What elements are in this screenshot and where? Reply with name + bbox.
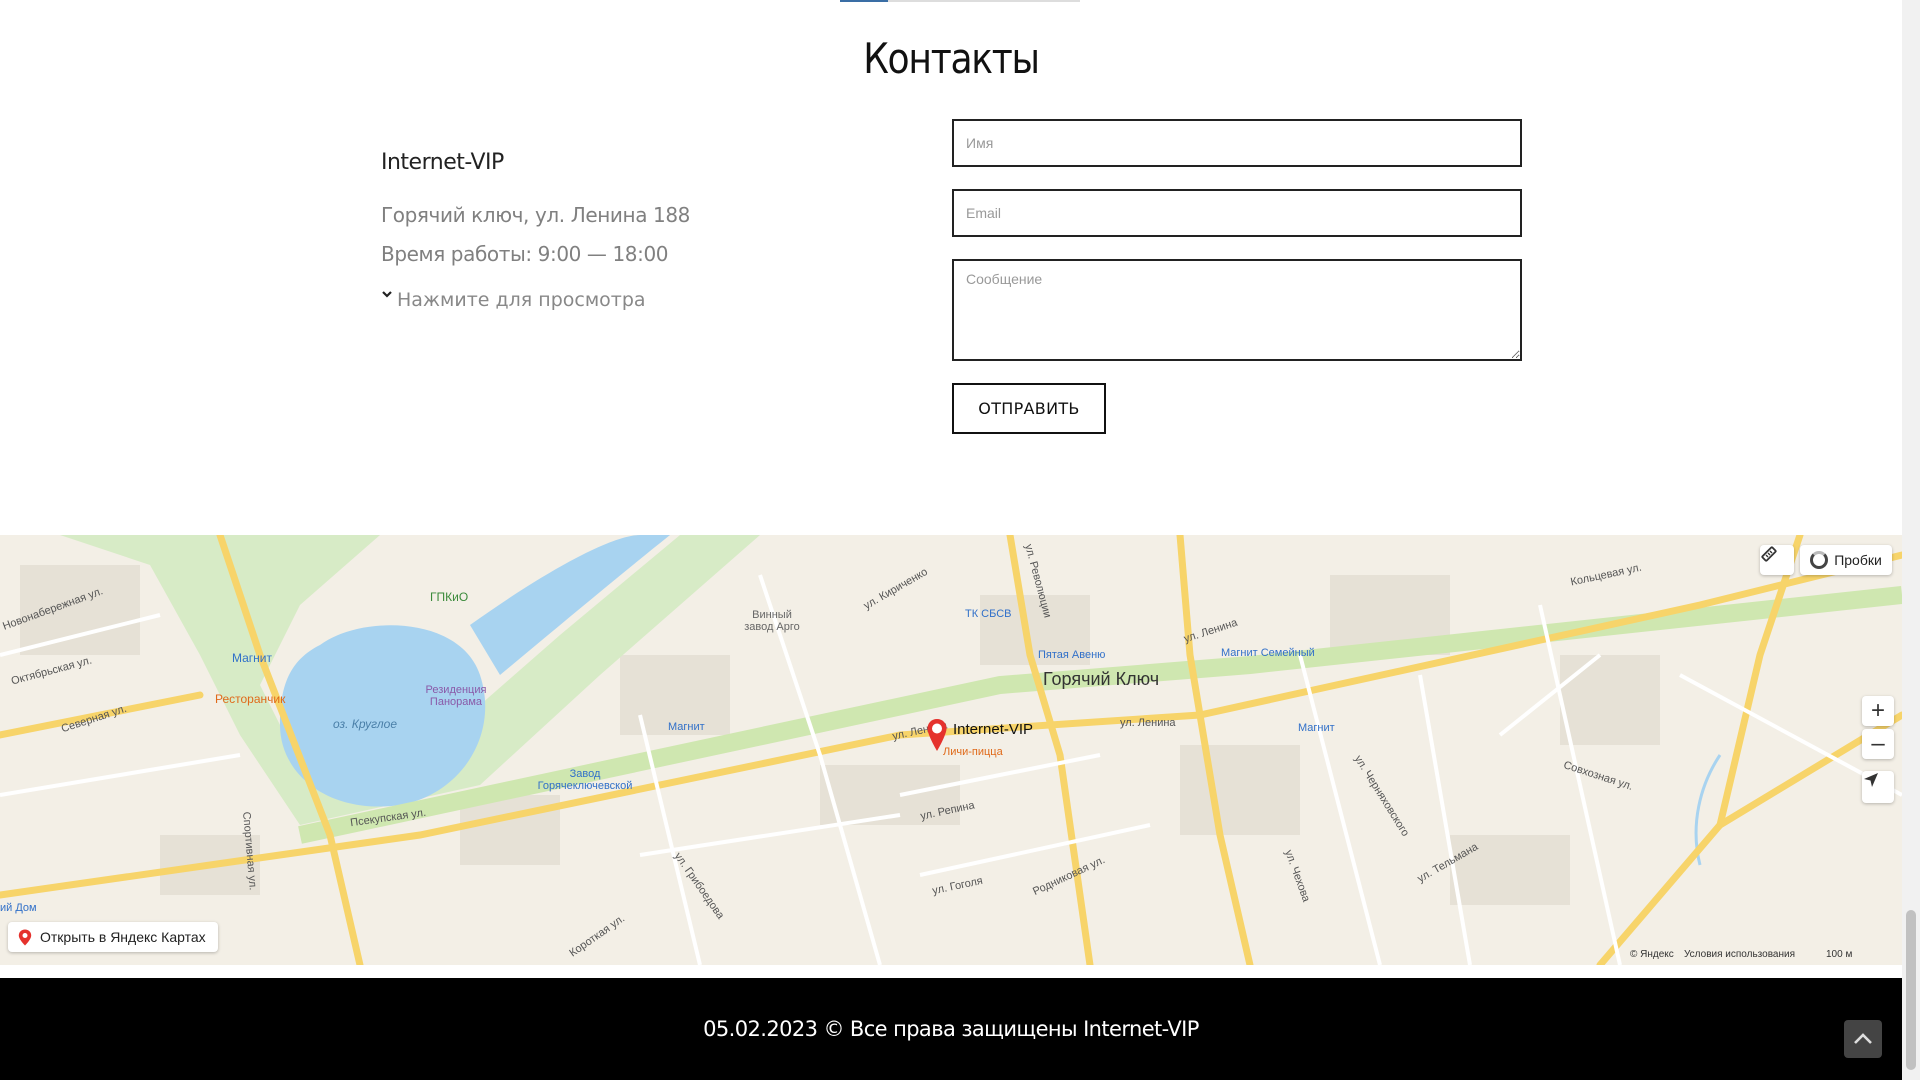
- poi-pyataya[interactable]: Пятая Авеню: [1038, 649, 1105, 661]
- poi-residence[interactable]: Резиденция Панорама: [424, 684, 488, 708]
- map-scale: 100 м: [1826, 949, 1853, 960]
- location-pin-icon: [18, 929, 32, 946]
- geolocation-button[interactable]: [1862, 771, 1894, 803]
- plus-icon: +: [1870, 697, 1885, 724]
- email-input[interactable]: [952, 189, 1522, 237]
- traffic-label: Пробки: [1834, 552, 1882, 568]
- minus-icon: –: [1871, 730, 1885, 757]
- zoom-out-button[interactable]: –: [1862, 729, 1894, 759]
- message-textarea[interactable]: [952, 259, 1522, 361]
- chevron-up-icon: [1854, 1033, 1872, 1044]
- traffic-icon: [1810, 551, 1829, 569]
- navigation-arrow-icon: [1864, 773, 1878, 787]
- submit-button[interactable]: ОТПРАВИТЬ: [952, 383, 1106, 434]
- ruler-icon: [1761, 546, 1777, 562]
- traffic-button[interactable]: Пробки: [1800, 545, 1892, 575]
- scroll-to-top-button[interactable]: [1844, 1020, 1882, 1058]
- marker-sublabel: Личи-пицца: [943, 746, 1003, 758]
- footer: 05.02.2023 © Все права защищены Internet…: [0, 978, 1902, 1080]
- lake-label: оз. Круглое: [333, 717, 398, 731]
- poi-magnit-1[interactable]: Магнит: [232, 651, 272, 665]
- zoom-in-button[interactable]: +: [1862, 696, 1894, 726]
- poi-magnit-2[interactable]: Магнит: [668, 721, 705, 733]
- company-name: Internet-VIP: [381, 150, 504, 175]
- page-scrollbar[interactable]: [1902, 0, 1920, 1080]
- yandex-map[interactable]: оз. Круглое ГПКиО Магнит Ресторанчик Рез…: [0, 535, 1902, 965]
- show-details-toggle[interactable]: Нажмите для просмотра: [381, 289, 646, 311]
- footer-copyright: 05.02.2023 © Все права защищены Internet…: [703, 1017, 1199, 1041]
- street-lenina-2: ул. Ленина: [1120, 717, 1176, 729]
- poi-magnit-semeyny[interactable]: Магнит Семейный: [1221, 647, 1315, 659]
- open-in-yandex-maps-label: Открыть в Яндекс Картах: [40, 929, 206, 945]
- page: Контакты Internet-VIP Горячий ключ, ул. …: [0, 0, 1920, 1080]
- open-in-yandex-maps-button[interactable]: Открыть в Яндекс Картах: [8, 922, 218, 952]
- show-details-label: Нажмите для просмотра: [397, 289, 646, 311]
- chevron-down-icon: [381, 288, 393, 300]
- company-address: Горячий ключ, ул. Ленина 188: [381, 203, 690, 227]
- section-title: Контакты: [863, 34, 1040, 83]
- scrollbar-thumb[interactable]: [1906, 910, 1916, 1070]
- terms-of-use-link[interactable]: Условия использования: [1684, 949, 1795, 960]
- ruler-button[interactable]: [1760, 545, 1794, 575]
- marker-label: Internet-VIP: [953, 721, 1034, 738]
- active-tab-underline: [840, 0, 888, 2]
- working-hours: Время работы: 9:00 — 18:00: [381, 242, 669, 266]
- poi-vinzavod[interactable]: Винный завод Арго: [738, 609, 806, 633]
- name-input[interactable]: [952, 119, 1522, 167]
- poi-tksbsv[interactable]: ТК СБСВ: [965, 608, 1012, 620]
- poi-gpkio[interactable]: ГПКиО: [430, 590, 468, 604]
- top-tab-indicator: [840, 0, 1080, 2]
- poi-zavod[interactable]: Завод Горячеключевской: [530, 768, 640, 792]
- poi-restoranchik[interactable]: Ресторанчик: [215, 692, 285, 706]
- yandex-copyright[interactable]: © Яндекс: [1630, 949, 1674, 960]
- city-label: Горячий Ключ: [1043, 669, 1160, 689]
- poi-magnit-3[interactable]: Магнит: [1298, 722, 1335, 734]
- poi-yadom[interactable]: ий Дом: [0, 902, 37, 914]
